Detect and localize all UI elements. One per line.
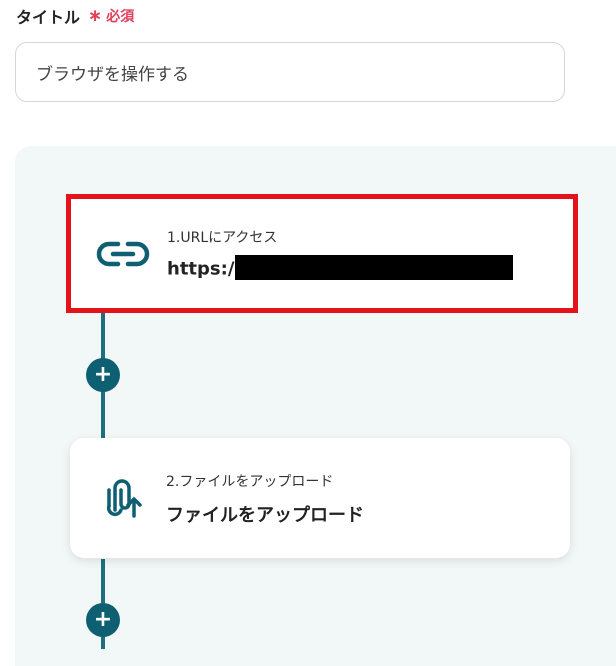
title-field-label: タイトル ∗ 必須 [16,4,134,28]
title-label-text: タイトル [16,8,81,27]
step-subtitle: 1.URLにアクセス [167,230,278,246]
step-value: https:/ [167,255,514,282]
step-card-file-upload[interactable]: 2.ファイルをアップロード ファイルをアップロード [70,438,570,558]
required-asterisk: ∗ [88,6,103,26]
link-icon [96,227,150,281]
step-subtitle: 2.ファイルをアップロード [166,474,334,490]
add-step-button[interactable]: + [86,603,120,637]
title-input[interactable] [15,42,565,102]
plus-icon: + [93,362,113,387]
plus-icon: + [93,607,113,632]
redaction-box [235,255,514,280]
add-step-button[interactable]: + [86,358,120,392]
step-value: ファイルをアップロード [166,505,364,526]
required-text: 必須 [106,9,135,25]
paperclip-upload-icon [96,471,150,525]
url-text: https:/ [167,258,235,280]
step-card-url-access[interactable]: 1.URLにアクセス https:/ [66,194,578,313]
